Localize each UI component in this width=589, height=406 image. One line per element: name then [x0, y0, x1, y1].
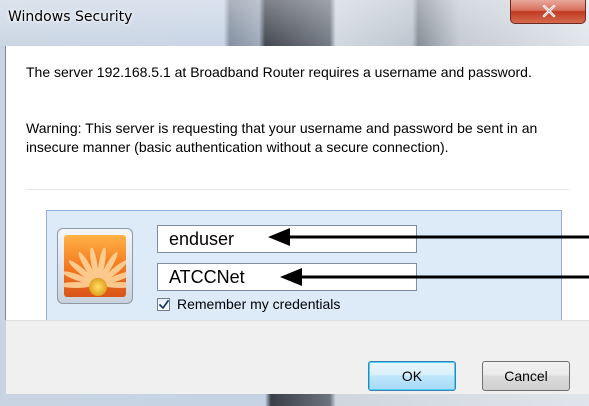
- username-field[interactable]: enduser: [157, 225, 417, 253]
- ok-button[interactable]: OK: [368, 361, 456, 391]
- separator: [26, 189, 569, 190]
- password-field[interactable]: ATCCNet: [157, 263, 417, 291]
- dialog-footer: OK Cancel: [6, 320, 589, 395]
- cancel-button[interactable]: Cancel: [482, 361, 570, 391]
- close-button[interactable]: [510, 0, 586, 24]
- dialog-content: The server 192.168.5.1 at Broadband Rout…: [6, 46, 589, 323]
- close-icon: [542, 5, 556, 18]
- avatar: [57, 228, 133, 304]
- windows-security-dialog: Windows Security The server 192.168.5.1 …: [0, 0, 589, 406]
- user-flower-tile: [64, 235, 126, 297]
- remember-checkbox[interactable]: [157, 297, 170, 311]
- warning-message: Warning: This server is requesting that …: [26, 120, 538, 155]
- remember-credentials-option[interactable]: Remember my credentials: [157, 295, 340, 313]
- check-icon: [159, 299, 169, 309]
- window-title: Windows Security: [8, 9, 133, 25]
- window-bottom-edge: [0, 394, 589, 406]
- credential-tile: enduser ATCCNet Remember my credentials: [46, 210, 562, 323]
- remember-label: Remember my credentials: [177, 296, 341, 312]
- server-message: The server 192.168.5.1 at Broadband Rout…: [26, 64, 532, 80]
